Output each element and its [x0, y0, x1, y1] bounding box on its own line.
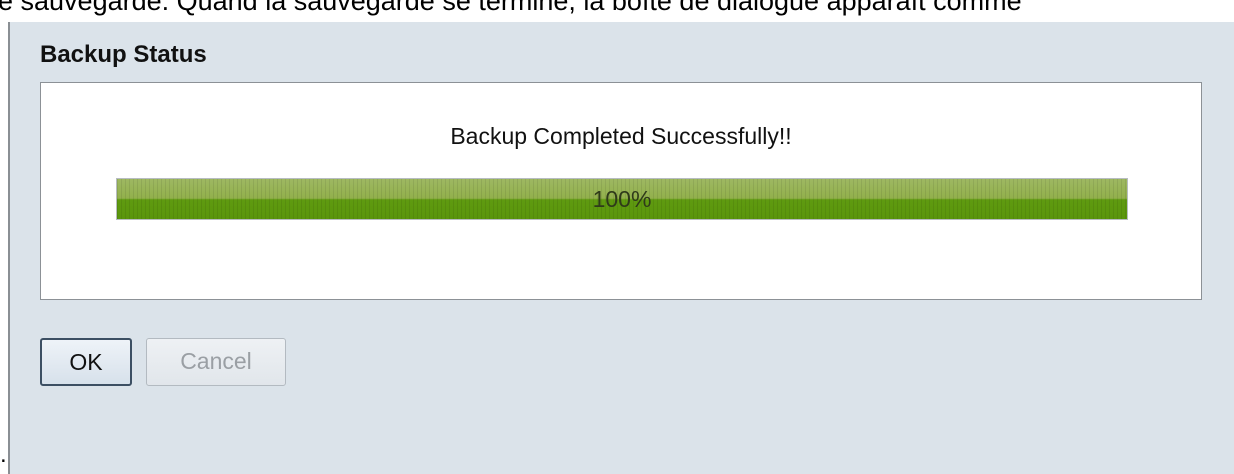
- background-punctuation: .: [0, 441, 7, 468]
- cancel-button[interactable]: Cancel: [146, 338, 286, 386]
- background-document-text: e sauvegarde. Quand la sauvegarde se ter…: [0, 0, 1022, 16]
- status-panel: Backup Completed Successfully!! 100%: [40, 82, 1202, 300]
- progress-bar: 100%: [116, 178, 1128, 220]
- ok-button[interactable]: OK: [40, 338, 132, 386]
- progress-label: 100%: [592, 186, 652, 212]
- status-message: Backup Completed Successfully!!: [450, 123, 792, 149]
- dialog-title: Backup Status: [40, 41, 207, 68]
- backup-status-dialog: Backup Status Backup Completed Successfu…: [8, 22, 1234, 474]
